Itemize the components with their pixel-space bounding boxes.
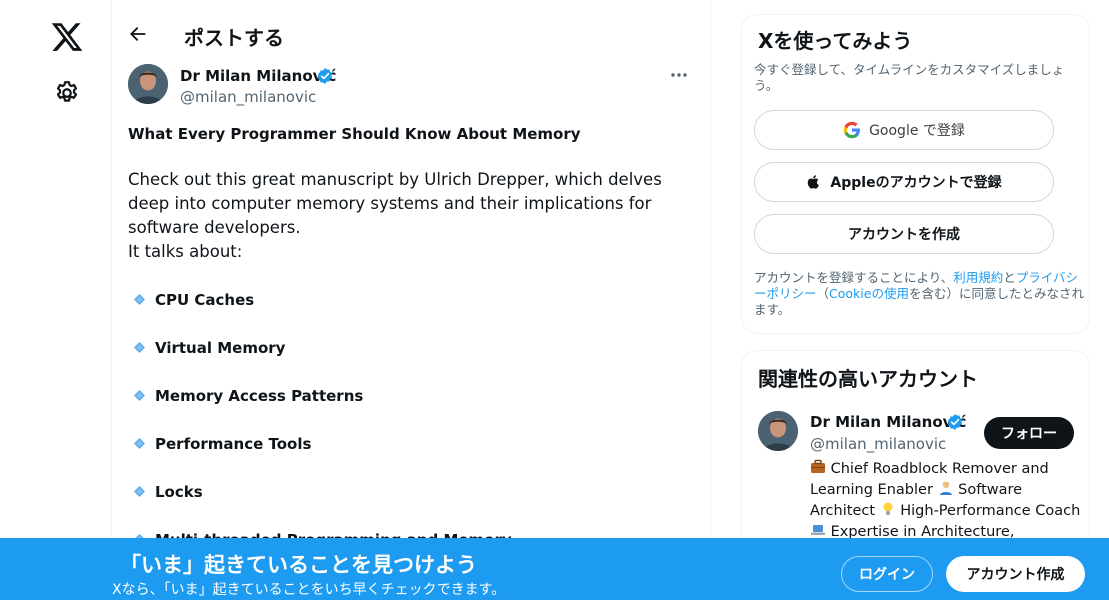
terms-notice: アカウントを登録することにより、利用規約とプライバシーポリシー（Cookieの使… [754,270,1084,318]
apple-signup-label: Appleのアカウントで登録 [830,175,1002,191]
verified-badge-icon [946,413,964,431]
signup-button[interactable]: アカウント作成 [946,556,1085,592]
blue-diamond-icon [134,438,145,449]
avatar[interactable] [758,411,798,451]
terms-text: と [1003,270,1016,285]
laptop-icon [811,525,825,535]
login-button[interactable]: ログイン [841,556,933,592]
post-title: What Every Programmer Should Know About … [128,125,581,143]
related-account-handle[interactable]: @milan_milanovic [810,435,946,453]
blue-diamond-icon [134,342,145,353]
related-accounts-title: 関連性の高いアカウント [758,367,978,391]
x-logo-icon[interactable] [50,20,84,54]
list-item-label: Performance Tools [155,435,312,453]
cookie-use-link[interactable]: Cookieの使用 [829,286,909,301]
post-body: Check out this great manuscript by Ulric… [128,170,662,237]
create-account-button[interactable]: アカウントを作成 [754,214,1054,254]
list-item-label: Memory Access Patterns [155,387,364,405]
login-banner: 「いま」起きていることを見つけよう Xなら、「いま」起きていることをいち早くチェ… [0,538,1109,600]
top-bar: ポストする [112,0,710,56]
page-title: ポストする [184,26,284,50]
verified-badge-icon [316,67,334,85]
create-account-label: アカウントを作成 [848,227,960,243]
signup-card: Xを使ってみよう 今すぐ登録して、タイムラインをカスタマイズしましょう。 Goo… [741,14,1090,334]
left-nav [0,0,112,600]
gear-icon[interactable] [53,79,81,107]
light-bulb-icon [883,502,893,515]
avatar[interactable] [128,64,168,104]
google-signup-button[interactable]: Google で登録 [754,110,1054,150]
apple-icon [808,175,820,189]
post-author: Dr Milan Milanović @milan_milanovic [128,64,694,108]
terms-link[interactable]: 利用規約 [953,270,1003,285]
follow-button[interactable]: フォロー [984,417,1074,449]
author-name[interactable]: Dr Milan Milanović [180,67,336,85]
banner-subtitle: Xなら、「いま」起きていることをいち早くチェックできます。 [112,582,506,598]
terms-text: アカウントを登録することにより、 [754,270,954,285]
briefcase-icon [811,459,825,473]
blue-diamond-icon [134,486,145,497]
bio-text: High-Performance Coach [900,503,1081,519]
more-options-icon[interactable] [664,64,694,86]
google-icon [843,121,861,139]
apple-signup-button[interactable]: Appleのアカウントで登録 [754,162,1054,202]
google-signup-label: Google で登録 [869,123,965,139]
list-item-label: Virtual Memory [155,339,286,357]
list-item-label: CPU Caches [155,291,255,309]
terms-text: （ [816,286,830,301]
related-account-name[interactable]: Dr Milan Milanović [810,413,966,431]
signup-card-description: 今すぐ登録して、タイムラインをカスタマイズしましょう。 [754,62,1065,93]
list-item-label: Locks [155,483,203,501]
blue-diamond-icon [134,294,145,305]
blue-diamond-icon [134,390,145,401]
back-arrow-icon[interactable] [128,24,152,48]
post-talks-about: It talks about: [128,242,243,261]
related-account-bio: Chief Roadblock Remover and Learning Ena… [810,459,1082,543]
author-handle[interactable]: @milan_milanovic [180,88,316,106]
main-column: ポストする Dr Milan Milanović @milan_milanovi… [111,0,711,600]
signup-card-title: Xを使ってみよう [758,29,913,53]
teacher-icon [939,481,952,495]
banner-title: 「いま」起きていることを見つけよう [120,553,477,577]
